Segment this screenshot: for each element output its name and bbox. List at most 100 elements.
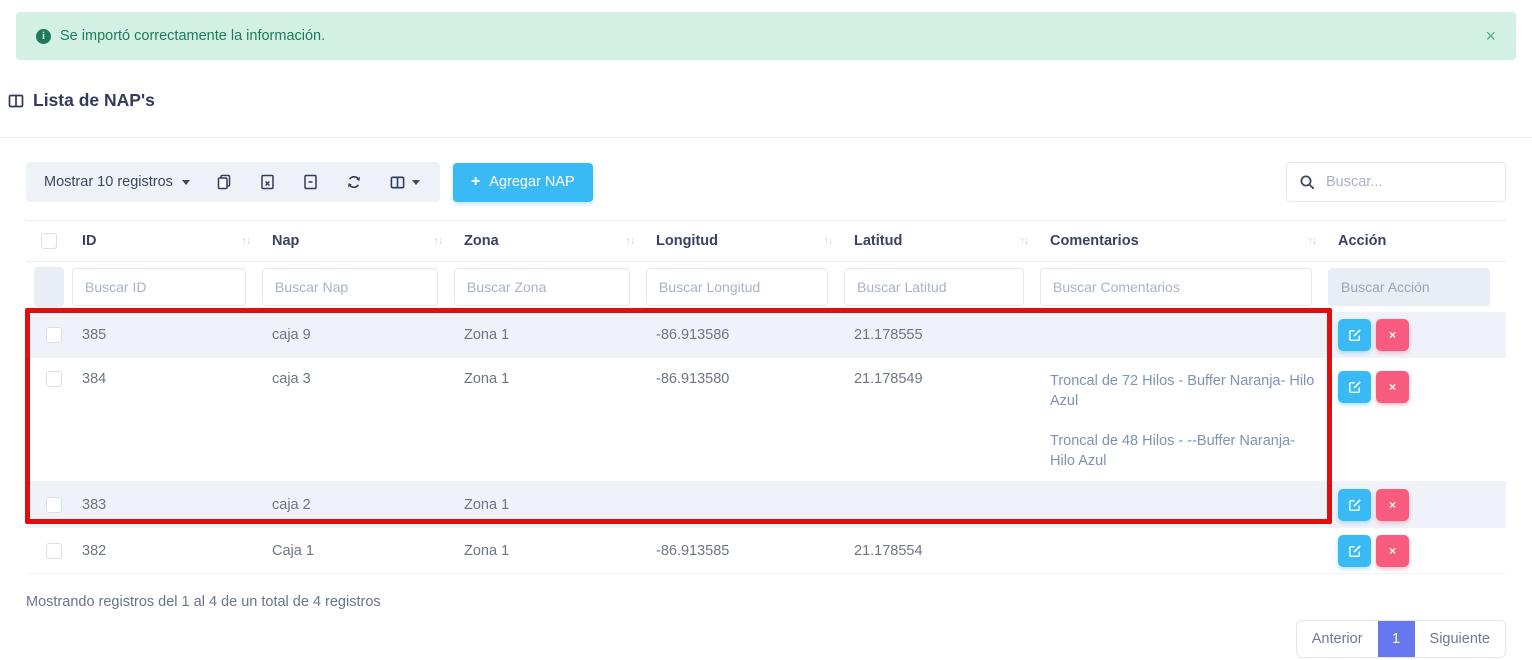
- cell-zona: Zona 1: [454, 312, 646, 357]
- table-columns-icon: [390, 175, 405, 190]
- edit-pencil-icon: [1348, 498, 1362, 512]
- select-all-checkbox[interactable]: [41, 233, 57, 249]
- cell-actions: ×: [1328, 482, 1506, 527]
- column-label: Nap: [272, 233, 299, 249]
- column-label: Longitud: [656, 233, 718, 249]
- sort-icon[interactable]: ↑↓: [626, 235, 635, 247]
- column-visibility-dropdown[interactable]: [376, 162, 434, 202]
- row-checkbox[interactable]: [46, 543, 62, 559]
- row-checkbox[interactable]: [46, 371, 62, 387]
- column-header-latitud[interactable]: Latitud ↑↓: [844, 233, 1040, 249]
- nap-table: ID ↑↓ Nap ↑↓ Zona ↑↓ Longitud ↑↓ Latitud: [26, 220, 1506, 574]
- filter-input-accion: [1328, 268, 1490, 306]
- column-header-id[interactable]: ID ↑↓: [72, 233, 262, 249]
- delete-button[interactable]: ×: [1376, 489, 1409, 521]
- info-icon: i: [36, 29, 51, 44]
- filter-input-nap[interactable]: [262, 268, 438, 306]
- page-title-row: Lista de NAP's: [8, 90, 1532, 111]
- copy-icon: [216, 174, 232, 190]
- caret-down-icon: [412, 180, 420, 185]
- cell-comentarios: [1040, 482, 1328, 527]
- cell-longitud: -86.913585: [646, 528, 844, 573]
- column-header-comentarios[interactable]: Comentarios ↑↓: [1040, 233, 1328, 249]
- row-checkbox[interactable]: [46, 327, 62, 343]
- cell-comentarios: [1040, 528, 1328, 573]
- cell-longitud: -86.913580: [646, 358, 844, 481]
- comment-text: Troncal de 48 Hilos - --Buffer Naranja- …: [1050, 431, 1328, 471]
- cell-nap: Caja 1: [262, 528, 454, 573]
- cell-actions: ×: [1328, 528, 1506, 573]
- column-label: Comentarios: [1050, 233, 1139, 249]
- export-file-button[interactable]: [289, 162, 332, 202]
- filter-input-comentarios[interactable]: [1040, 268, 1312, 306]
- delete-x-icon: ×: [1389, 544, 1396, 558]
- page-title: Lista de NAP's: [33, 90, 155, 111]
- sort-icon[interactable]: ↑↓: [1020, 235, 1029, 247]
- cell-nap: caja 9: [262, 312, 454, 357]
- delete-x-icon: ×: [1389, 380, 1396, 394]
- pagination: Anterior 1 Siguiente: [1296, 620, 1506, 658]
- table-filter-row: [26, 262, 1506, 312]
- cell-latitud: 21.178555: [844, 312, 1040, 357]
- sort-icon[interactable]: ↑↓: [824, 235, 833, 247]
- delete-button[interactable]: ×: [1376, 319, 1409, 351]
- column-label: Acción: [1338, 233, 1386, 249]
- cell-longitud: -86.913586: [646, 312, 844, 357]
- delete-button[interactable]: ×: [1376, 371, 1409, 403]
- success-alert: i Se importó correctamente la informació…: [16, 12, 1516, 60]
- sort-icon[interactable]: ↑↓: [1308, 235, 1317, 247]
- add-nap-label: Agregar NAP: [489, 174, 574, 190]
- cell-actions: ×: [1328, 358, 1506, 481]
- table-row: 383 caja 2 Zona 1 ×: [26, 482, 1506, 528]
- search-icon: [1299, 174, 1316, 191]
- pagination-previous-button[interactable]: Anterior: [1297, 621, 1378, 657]
- show-records-label: Mostrar 10 registros: [44, 174, 173, 190]
- comment-text: Troncal de 72 Hilos - Buffer Naranja- Hi…: [1050, 371, 1328, 411]
- global-search-input[interactable]: [1326, 174, 1493, 190]
- filter-input-longitud[interactable]: [646, 268, 828, 306]
- refresh-button[interactable]: [332, 162, 376, 202]
- cell-nap: caja 2: [262, 482, 454, 527]
- column-label: ID: [82, 233, 97, 249]
- edit-button[interactable]: [1338, 489, 1371, 521]
- add-nap-button[interactable]: + Agregar NAP: [453, 163, 593, 202]
- filter-checkbox-placeholder: [34, 267, 64, 307]
- cell-actions: ×: [1328, 312, 1506, 357]
- table-row: 385 caja 9 Zona 1 -86.913586 21.178555 ×: [26, 312, 1506, 358]
- cell-zona: Zona 1: [454, 358, 646, 481]
- row-checkbox[interactable]: [46, 497, 62, 513]
- copy-button[interactable]: [202, 162, 246, 202]
- export-excel-button[interactable]: [246, 162, 289, 202]
- cell-longitud: [646, 482, 844, 527]
- cell-id: 383: [72, 482, 262, 527]
- edit-button[interactable]: [1338, 535, 1371, 567]
- delete-button[interactable]: ×: [1376, 535, 1409, 567]
- filter-input-zona[interactable]: [454, 268, 630, 306]
- filter-input-id[interactable]: [72, 268, 246, 306]
- edit-button[interactable]: [1338, 371, 1371, 403]
- column-header-nap[interactable]: Nap ↑↓: [262, 233, 454, 249]
- column-header-longitud[interactable]: Longitud ↑↓: [646, 233, 844, 249]
- records-summary: Mostrando registros del 1 al 4 de un tot…: [26, 594, 1506, 610]
- cell-latitud: 21.178554: [844, 528, 1040, 573]
- column-header-zona[interactable]: Zona ↑↓: [454, 233, 646, 249]
- cell-id: 382: [72, 528, 262, 573]
- table-row: 382 Caja 1 Zona 1 -86.913585 21.178554 ×: [26, 528, 1506, 574]
- alert-close-button[interactable]: ×: [1485, 27, 1496, 45]
- edit-button[interactable]: [1338, 319, 1371, 351]
- sort-icon[interactable]: ↑↓: [434, 235, 443, 247]
- cell-zona: Zona 1: [454, 482, 646, 527]
- table-columns-icon: [8, 93, 24, 109]
- cell-zona: Zona 1: [454, 528, 646, 573]
- caret-down-icon: [182, 180, 190, 185]
- pagination-next-button[interactable]: Siguiente: [1415, 621, 1505, 657]
- table-card: Mostrar 10 registros: [0, 137, 1532, 658]
- filter-input-latitud[interactable]: [844, 268, 1024, 306]
- delete-x-icon: ×: [1389, 498, 1396, 512]
- sort-icon[interactable]: ↑↓: [242, 235, 251, 247]
- file-excel-icon: [260, 174, 275, 190]
- pagination-page-1-button[interactable]: 1: [1378, 621, 1415, 657]
- show-records-dropdown[interactable]: Mostrar 10 registros: [32, 162, 202, 202]
- column-header-accion: Acción: [1328, 233, 1506, 249]
- delete-x-icon: ×: [1389, 328, 1396, 342]
